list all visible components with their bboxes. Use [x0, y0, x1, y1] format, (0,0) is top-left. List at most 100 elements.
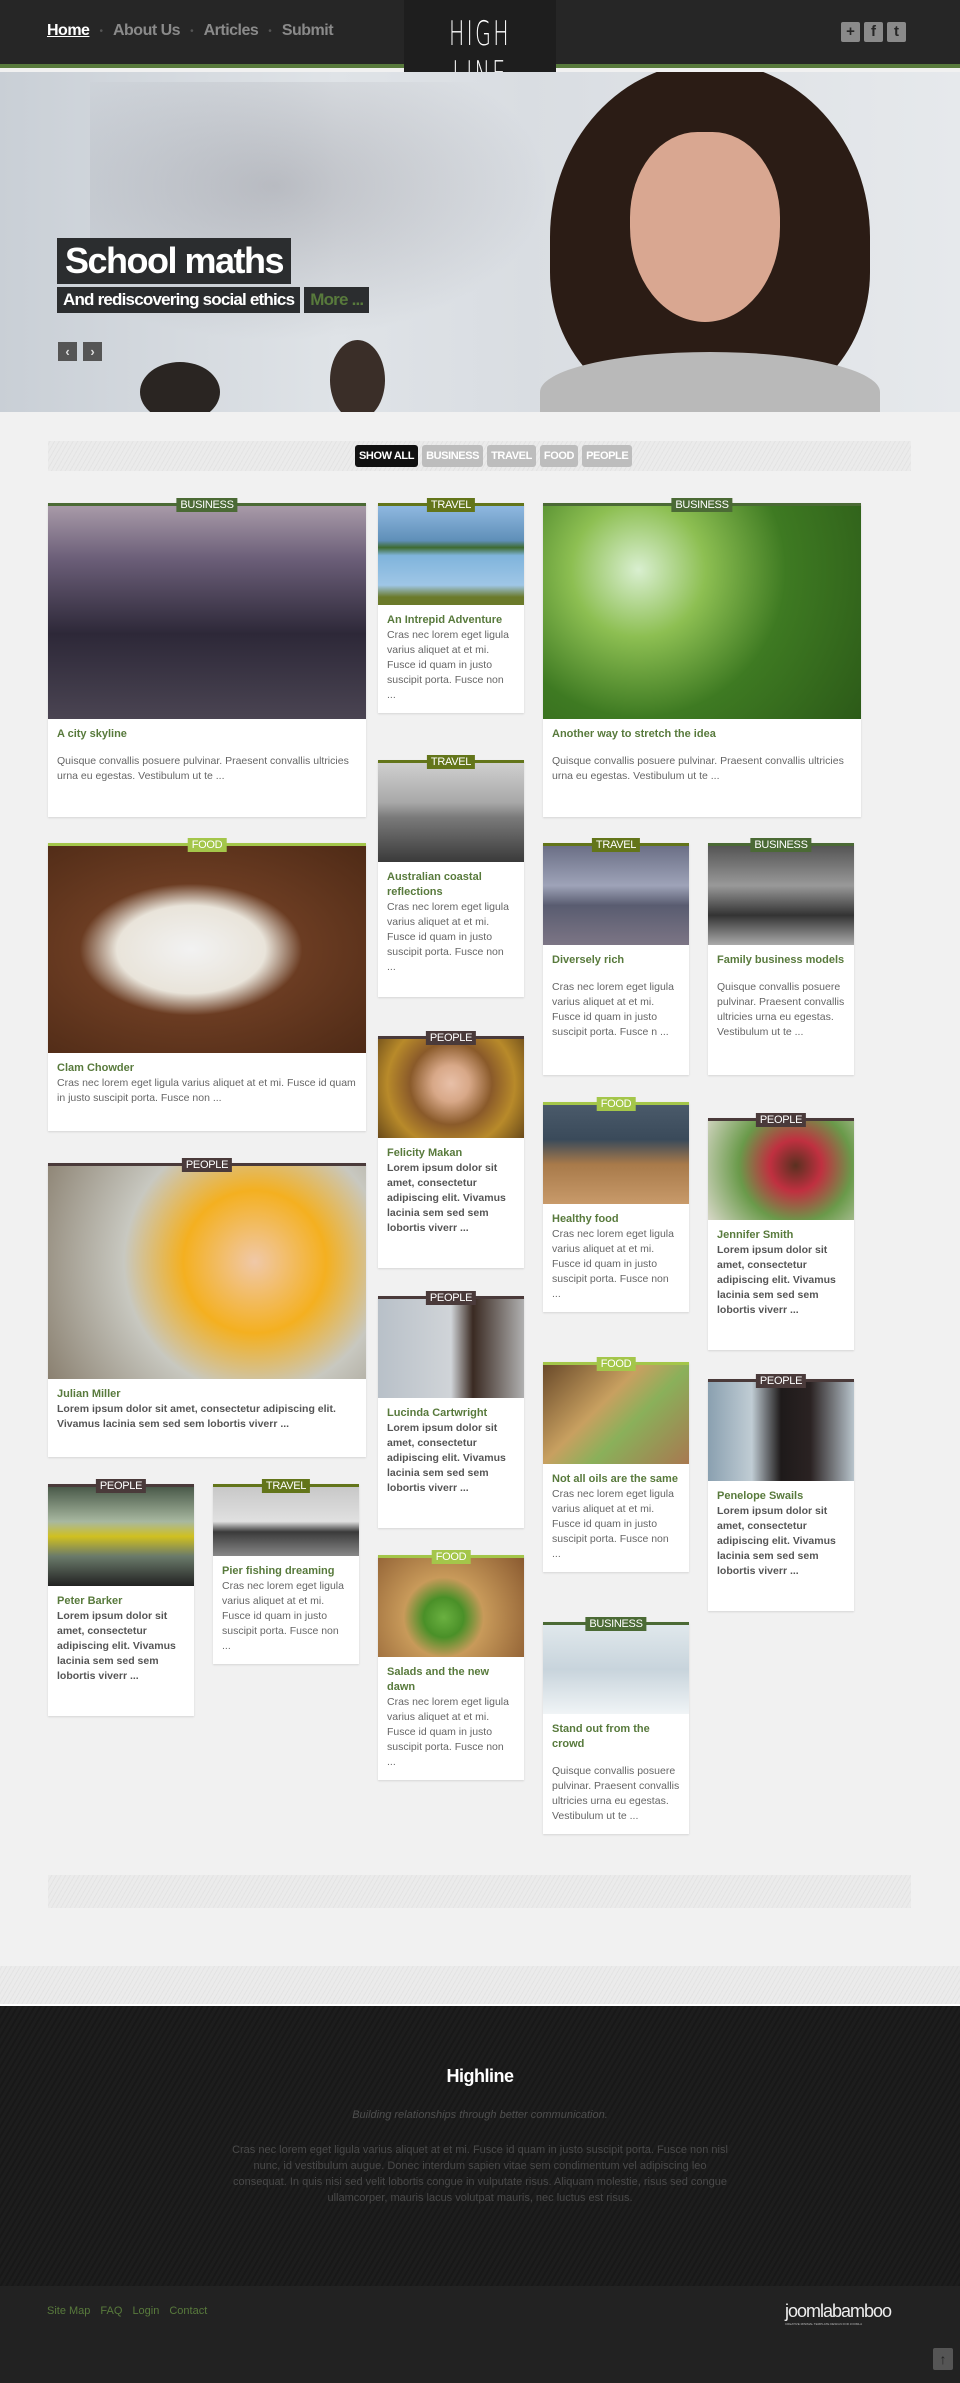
article-image[interactable] [213, 1487, 359, 1556]
filter-people[interactable]: PEOPLE [582, 445, 633, 467]
article-body: Clam Chowder Cras nec lorem eget ligula … [48, 1053, 366, 1131]
category-tag[interactable]: PEOPLE [95, 1479, 147, 1493]
nav-articles[interactable]: Articles [204, 22, 259, 40]
filter-show-all[interactable]: SHOW ALL [355, 445, 419, 467]
plus-icon[interactable]: + [841, 22, 860, 42]
article-card[interactable]: FOOD Healthy food Cras nec lorem eget li… [543, 1097, 689, 1312]
article-card[interactable]: TRAVEL Australian coastal reflections Cr… [378, 755, 524, 997]
article-image[interactable] [543, 1365, 689, 1464]
article-card[interactable]: PEOPLE Julian Miller Lorem ipsum dolor s… [48, 1158, 366, 1457]
article-image[interactable] [48, 846, 366, 1053]
article-image[interactable] [48, 1166, 366, 1379]
filter-food[interactable]: FOOD [539, 445, 579, 467]
footer-link-login[interactable]: Login [132, 2305, 159, 2317]
article-card[interactable]: FOOD Not all oils are the same Cras nec … [543, 1357, 689, 1572]
article-title[interactable]: Not all oils are the same [552, 1472, 680, 1487]
brand-subtitle: CREATIVE MINIMAL TEMPLATE DESIGN FOR JOO… [785, 2322, 863, 2326]
article-title[interactable]: Salads and the new dawn [387, 1665, 515, 1695]
article-image[interactable] [378, 763, 524, 862]
article-body: Felicity Makan Lorem ipsum dolor sit ame… [378, 1138, 524, 1268]
nav-about-us[interactable]: About Us [113, 22, 181, 40]
article-title[interactable]: Jennifer Smith [717, 1228, 845, 1243]
category-tag[interactable]: FOOD [596, 1357, 636, 1371]
article-image[interactable] [378, 1299, 524, 1398]
category-tag[interactable]: FOOD [187, 838, 227, 852]
article-title[interactable]: Julian Miller [57, 1387, 357, 1402]
category-tag[interactable]: BUSINESS [585, 1617, 647, 1631]
article-image[interactable] [378, 1039, 524, 1138]
article-card[interactable]: PEOPLE Lucinda Cartwright Lorem ipsum do… [378, 1291, 524, 1528]
article-title[interactable]: Peter Barker [57, 1594, 185, 1609]
nav-submit[interactable]: Submit [282, 22, 334, 40]
category-tag[interactable]: PEOPLE [755, 1113, 807, 1127]
footer-link-site-map[interactable]: Site Map [47, 2305, 90, 2317]
article-image[interactable] [543, 1625, 689, 1714]
article-image[interactable] [708, 846, 854, 945]
twitter-icon[interactable]: t [887, 22, 906, 42]
article-card[interactable]: BUSINESS A city skyline Quisque convalli… [48, 498, 366, 817]
article-title[interactable]: Family business models [717, 953, 845, 968]
article-title[interactable]: Clam Chowder [57, 1061, 357, 1076]
article-card[interactable]: TRAVEL An Intrepid Adventure Cras nec lo… [378, 498, 524, 713]
article-title[interactable]: Felicity Makan [387, 1146, 515, 1161]
article-title[interactable]: Stand out from the crowd [552, 1722, 680, 1752]
article-body: Another way to stretch the idea Quisque … [543, 719, 861, 817]
article-card[interactable]: BUSINESS Another way to stretch the idea… [543, 498, 861, 817]
category-tag[interactable]: TRAVEL [426, 755, 476, 769]
article-body: Salads and the new dawn Cras nec lorem e… [378, 1657, 524, 1780]
article-title[interactable]: An Intrepid Adventure [387, 613, 515, 628]
filter-business[interactable]: BUSINESS [422, 445, 484, 467]
category-tag[interactable]: FOOD [596, 1097, 636, 1111]
facebook-icon[interactable]: f [864, 22, 883, 42]
article-title[interactable]: Pier fishing dreaming [222, 1564, 350, 1579]
article-card[interactable]: TRAVEL Pier fishing dreaming Cras nec lo… [213, 1479, 359, 1664]
article-title[interactable]: Lucinda Cartwright [387, 1406, 515, 1421]
footer-link-faq[interactable]: FAQ [100, 2305, 122, 2317]
article-card[interactable]: BUSINESS Family business models Quisque … [708, 838, 854, 1075]
footer-link-contact[interactable]: Contact [169, 2305, 207, 2317]
article-image[interactable] [543, 506, 861, 719]
article-image[interactable] [48, 1487, 194, 1586]
article-card[interactable]: PEOPLE Peter Barker Lorem ipsum dolor si… [48, 1479, 194, 1716]
article-image[interactable] [378, 506, 524, 605]
article-image[interactable] [708, 1121, 854, 1220]
back-to-top-button[interactable]: ↑ [933, 2348, 953, 2370]
category-tag[interactable]: FOOD [431, 1550, 471, 1564]
nav-home[interactable]: Home [47, 22, 90, 40]
article-image[interactable] [48, 506, 366, 719]
article-title[interactable]: Penelope Swails [717, 1489, 845, 1504]
article-excerpt: Lorem ipsum dolor sit amet, consectetur … [717, 1505, 836, 1577]
category-tag[interactable]: TRAVEL [591, 838, 641, 852]
category-tag[interactable]: TRAVEL [426, 498, 476, 512]
category-tag[interactable]: BUSINESS [750, 838, 812, 852]
site-logo[interactable]: HIGH LINE [404, 0, 556, 94]
article-image[interactable] [543, 846, 689, 945]
joomlabamboo-logo[interactable]: joomlabamboo CREATIVE MINIMAL TEMPLATE D… [785, 2301, 892, 2326]
article-card[interactable]: FOOD Clam Chowder Cras nec lorem eget li… [48, 838, 366, 1131]
category-tag[interactable]: BUSINESS [176, 498, 238, 512]
category-tag[interactable]: TRAVEL [261, 1479, 311, 1493]
article-image[interactable] [543, 1105, 689, 1204]
article-title[interactable]: Australian coastal reflections [387, 870, 515, 900]
article-title[interactable]: Another way to stretch the idea [552, 727, 852, 742]
article-image[interactable] [378, 1558, 524, 1657]
next-slide-button[interactable]: › [83, 342, 102, 361]
prev-slide-button[interactable]: ‹ [58, 342, 77, 361]
article-title[interactable]: A city skyline [57, 727, 357, 742]
article-card[interactable]: TRAVEL Diversely rich Cras nec lorem ege… [543, 838, 689, 1075]
article-card[interactable]: PEOPLE Penelope Swails Lorem ipsum dolor… [708, 1374, 854, 1611]
article-card[interactable]: BUSINESS Stand out from the crowd Quisqu… [543, 1617, 689, 1834]
filter-travel[interactable]: TRAVEL [487, 445, 536, 467]
category-tag[interactable]: PEOPLE [425, 1031, 477, 1045]
category-tag[interactable]: PEOPLE [425, 1291, 477, 1305]
article-title[interactable]: Diversely rich [552, 953, 680, 968]
article-card[interactable]: PEOPLE Felicity Makan Lorem ipsum dolor … [378, 1031, 524, 1268]
category-tag[interactable]: PEOPLE [181, 1158, 233, 1172]
category-tag[interactable]: BUSINESS [671, 498, 733, 512]
article-image[interactable] [708, 1382, 854, 1481]
article-card[interactable]: FOOD Salads and the new dawn Cras nec lo… [378, 1550, 524, 1780]
category-tag[interactable]: PEOPLE [755, 1374, 807, 1388]
hero-more-link[interactable]: More ... [304, 287, 370, 313]
article-title[interactable]: Healthy food [552, 1212, 680, 1227]
article-card[interactable]: PEOPLE Jennifer Smith Lorem ipsum dolor … [708, 1113, 854, 1350]
